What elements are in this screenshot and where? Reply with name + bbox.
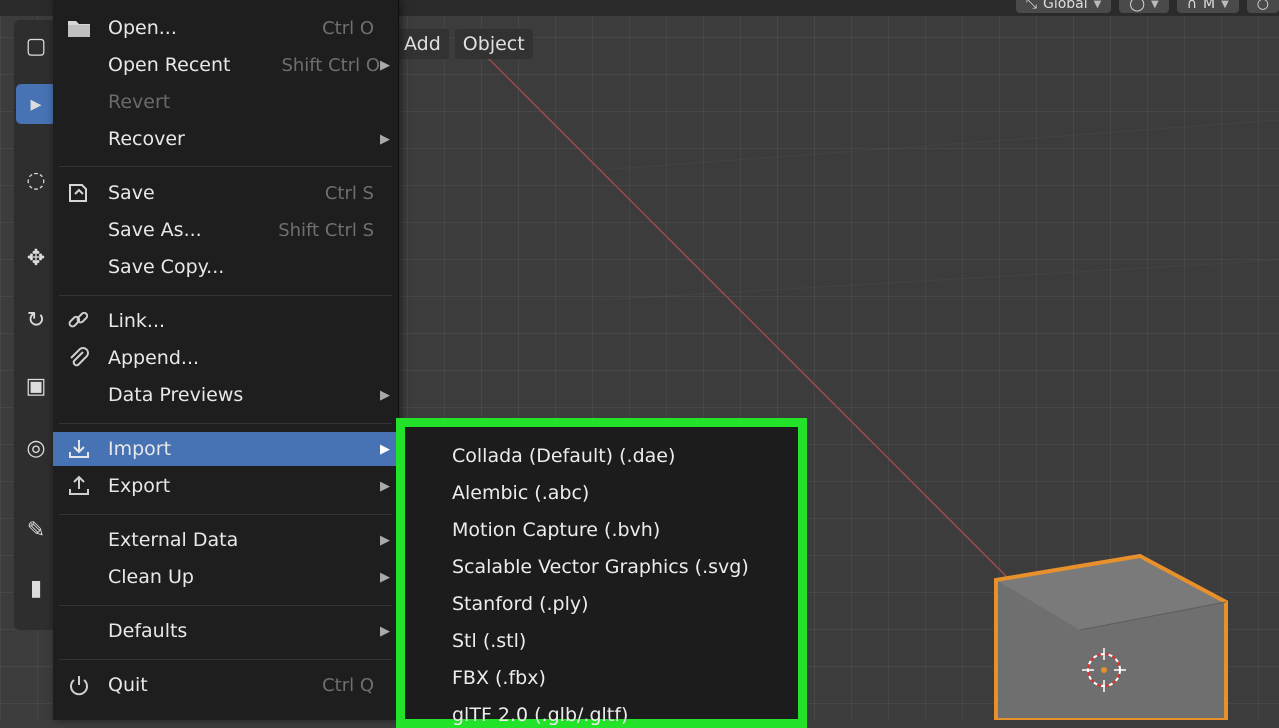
menu-item-import[interactable]: Import ▶ <box>53 432 398 466</box>
menu-object[interactable]: Object <box>454 29 533 59</box>
menu-item-save[interactable]: Save Ctrl S <box>53 176 398 210</box>
submenu-arrow-icon: ▶ <box>380 623 390 639</box>
import-item-fbx[interactable]: FBX (.fbx) <box>452 667 546 689</box>
menu-item-label: Save As... <box>108 219 202 241</box>
proportional-edit-button[interactable]: ○ <box>1246 0 1279 13</box>
ruler-icon[interactable]: ▮ <box>16 568 56 608</box>
import-item-ply[interactable]: Stanford (.ply) <box>452 593 589 615</box>
menu-item-label: Quit <box>108 674 148 696</box>
submenu-arrow-icon: ▶ <box>380 57 390 73</box>
menu-separator <box>59 605 392 606</box>
import-item-svg[interactable]: Scalable Vector Graphics (.svg) <box>452 556 749 578</box>
import-item-stl[interactable]: Stl (.stl) <box>452 630 526 652</box>
submenu-arrow-icon: ▶ <box>380 532 390 548</box>
import-item-collada[interactable]: Collada (Default) (.dae) <box>452 445 675 467</box>
submenu-arrow-icon: ▶ <box>380 441 390 457</box>
select-box-icon[interactable]: ▢ <box>16 26 56 66</box>
file-menu: Open... Ctrl O Open Recent Shift Ctrl O … <box>53 0 399 720</box>
paperclip-icon <box>65 346 93 370</box>
chevron-down-icon: ▼ <box>1151 0 1159 10</box>
menu-item-label: Defaults <box>108 620 188 642</box>
pivot-dropdown[interactable]: ◯ ▼ <box>1119 0 1169 13</box>
header-controls: ⤡ Global ▼ ◯ ▼ ∩ M ▼ ○ <box>1015 0 1279 14</box>
menu-item-link[interactable]: Link... <box>53 304 398 338</box>
menu-item-label: Link... <box>108 310 166 332</box>
link-icon <box>65 309 93 333</box>
annotate-icon[interactable]: ◎ <box>16 428 56 468</box>
menu-item-label: Open Recent <box>108 54 231 76</box>
menu-item-external-data[interactable]: External Data ▶ <box>53 523 398 557</box>
menu-item-append[interactable]: Append... <box>53 341 398 375</box>
menu-item-shortcut: Ctrl S <box>324 182 374 204</box>
menu-item-shortcut: Shift Ctrl O <box>281 54 380 76</box>
menu-item-open[interactable]: Open... Ctrl O <box>53 11 398 45</box>
magnet-icon: ∩ <box>1186 0 1197 12</box>
menu-add[interactable]: Add <box>396 29 449 59</box>
menu-item-recover[interactable]: Recover ▶ <box>53 122 398 156</box>
menu-item-label: Append... <box>108 347 200 369</box>
menu-item-label: Clean Up <box>108 566 194 588</box>
menu-item-label: Data Previews <box>108 384 244 406</box>
menu-separator <box>59 514 392 515</box>
import-item-alembic[interactable]: Alembic (.abc) <box>452 482 589 504</box>
menu-item-label: Save Copy... <box>108 256 225 278</box>
transform-orientation-label: Global <box>1042 0 1088 12</box>
menu-item-export[interactable]: Export ▶ <box>53 469 398 503</box>
orientation-icon: ⤡ <box>1025 0 1037 12</box>
import-item-gltf[interactable]: glTF 2.0 (.glb/.gltf) <box>452 704 628 726</box>
import-item-bvh[interactable]: Motion Capture (.bvh) <box>452 519 660 541</box>
menu-separator <box>59 166 392 167</box>
menu-item-label: Export <box>108 475 171 497</box>
transform-orientation-dropdown[interactable]: ⤡ Global ▼ <box>1015 0 1112 13</box>
menu-separator <box>59 659 392 660</box>
menu-item-clean-up[interactable]: Clean Up ▶ <box>53 560 398 594</box>
menu-item-data-previews[interactable]: Data Previews ▶ <box>53 378 398 412</box>
menu-item-revert: Revert <box>53 85 398 119</box>
import-icon <box>65 437 93 461</box>
menu-item-defaults[interactable]: Defaults ▶ <box>53 614 398 648</box>
measure-icon[interactable]: ✎ <box>16 510 56 550</box>
default-cube[interactable] <box>990 550 1279 720</box>
menu-item-open-recent[interactable]: Open Recent Shift Ctrl O ▶ <box>53 48 398 82</box>
menu-item-shortcut: Shift Ctrl S <box>278 219 374 241</box>
snap-label: M <box>1202 0 1216 12</box>
transform-icon[interactable]: ▣ <box>16 366 56 406</box>
proportional-icon: ○ <box>1256 0 1269 12</box>
pivot-icon: ◯ <box>1129 0 1146 12</box>
menu-item-label: Save <box>108 182 155 204</box>
folder-icon <box>65 16 93 40</box>
menu-separator <box>59 295 392 296</box>
submenu-arrow-icon: ▶ <box>380 478 390 494</box>
move-icon[interactable]: ◌ <box>16 160 56 200</box>
submenu-arrow-icon: ▶ <box>380 131 390 147</box>
left-toolbar: ▢ ▸ ◌ ✥ ↻ ▣ ◎ ✎ ▮ <box>14 20 58 630</box>
save-icon <box>65 181 93 205</box>
snap-dropdown[interactable]: ∩ M ▼ <box>1176 0 1239 13</box>
submenu-arrow-icon: ▶ <box>380 387 390 403</box>
submenu-arrow-icon: ▶ <box>380 569 390 585</box>
menu-item-save-copy[interactable]: Save Copy... <box>53 250 398 284</box>
export-icon <box>65 474 93 498</box>
import-submenu: Collada (Default) (.dae) Alembic (.abc) … <box>396 418 807 728</box>
chevron-down-icon: ▼ <box>1093 0 1102 10</box>
menu-item-save-as[interactable]: Save As... Shift Ctrl S <box>53 213 398 247</box>
menu-item-label: External Data <box>108 529 239 551</box>
chevron-down-icon: ▼ <box>1221 0 1229 10</box>
menu-item-shortcut: Ctrl O <box>322 17 374 39</box>
menu-item-quit[interactable]: Quit Ctrl Q <box>53 668 398 702</box>
power-icon <box>65 673 93 697</box>
menu-item-label: Recover <box>108 128 185 150</box>
menu-item-label: Open... <box>108 17 177 39</box>
menu-separator <box>59 423 392 424</box>
menu-item-label: Revert <box>108 91 171 113</box>
viewport-menu-bar: Add Object <box>396 29 533 59</box>
menu-item-label: Import <box>108 438 172 460</box>
scale-icon[interactable]: ↻ <box>16 300 56 340</box>
rotate-icon[interactable]: ✥ <box>16 238 56 278</box>
menu-item-shortcut: Ctrl Q <box>322 674 374 696</box>
cursor-icon[interactable]: ▸ <box>16 84 56 124</box>
